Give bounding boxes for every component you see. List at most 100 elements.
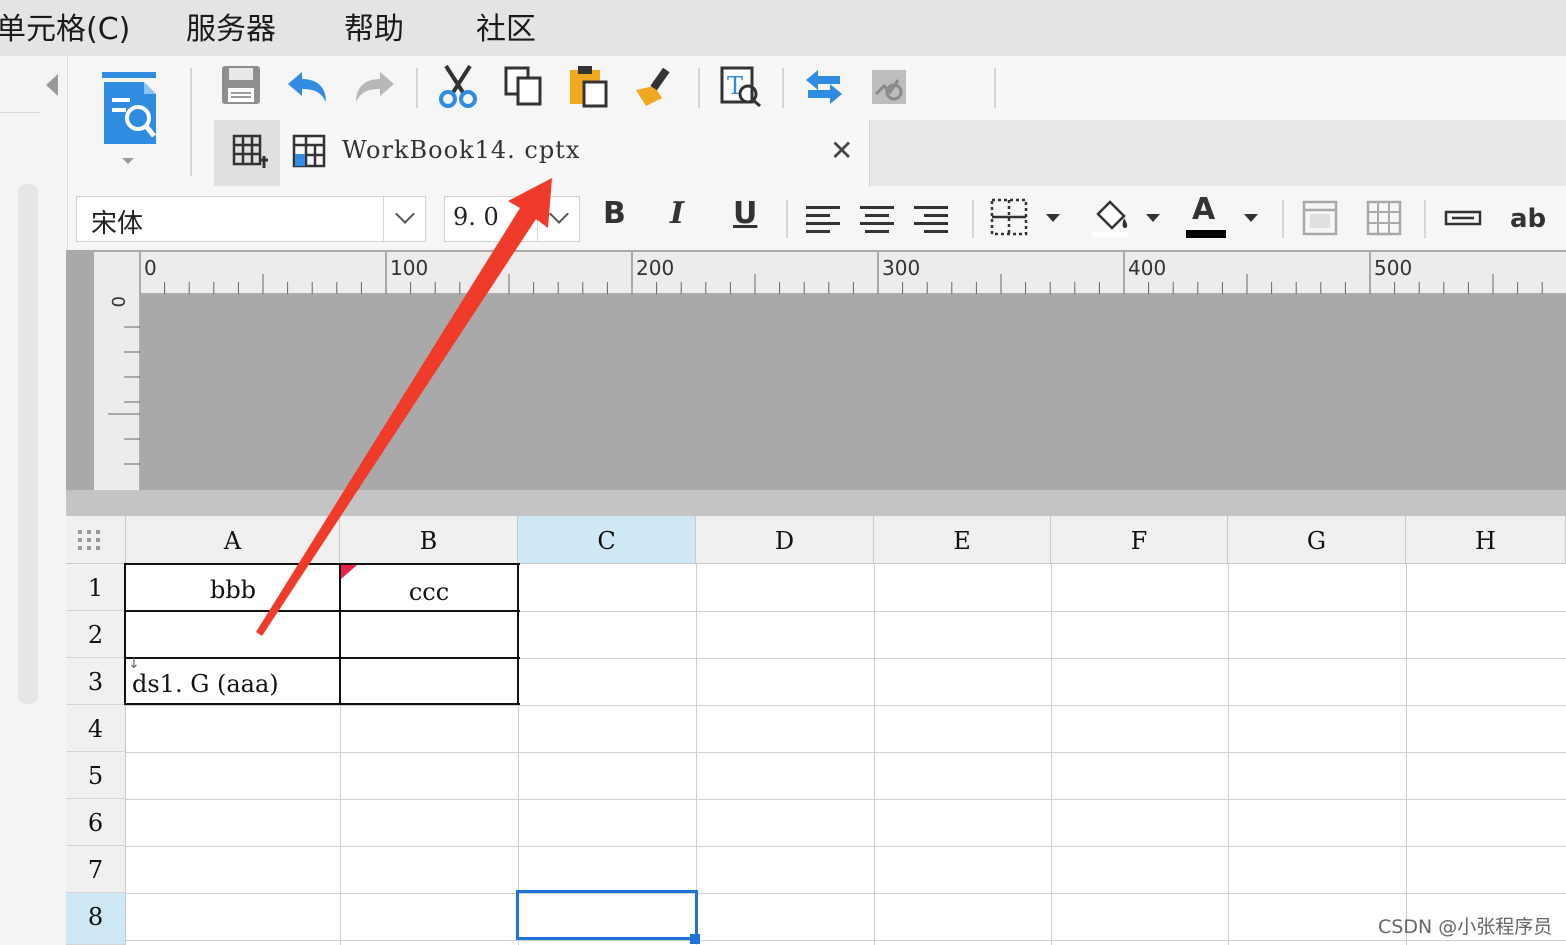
grid-line <box>696 564 697 945</box>
italic-button[interactable]: I <box>670 196 684 231</box>
column-header-g[interactable]: G <box>1228 516 1406 564</box>
align-left-icon[interactable] <box>806 204 842 236</box>
chart-search-icon[interactable] <box>866 64 914 108</box>
split-cells-icon[interactable] <box>1366 200 1402 236</box>
left-panel <box>0 56 68 945</box>
row-header-8[interactable]: 8 <box>66 893 126 945</box>
row-header-2[interactable]: 2 <box>66 611 126 658</box>
column-header-c[interactable]: C <box>518 516 696 564</box>
preview-dropdown-icon[interactable] <box>122 158 134 164</box>
horizontal-ruler-ticks <box>140 252 1543 294</box>
format-painter-icon[interactable] <box>632 64 680 108</box>
redo-icon[interactable] <box>350 64 398 108</box>
menu-server[interactable]: 服务器 <box>186 4 276 48</box>
toolbar-separator <box>994 68 996 108</box>
text-search-icon[interactable]: T <box>716 64 764 108</box>
cell-width-icon[interactable] <box>1444 208 1482 228</box>
row-header-5[interactable]: 5 <box>66 752 126 799</box>
left-panel-scrollbar[interactable] <box>18 184 38 704</box>
fill-color-icon[interactable] <box>1090 198 1130 238</box>
bold-button[interactable]: B <box>603 196 626 231</box>
grid-line <box>874 564 875 945</box>
menu-community[interactable]: 社区 <box>476 4 536 48</box>
grid-line <box>1051 564 1052 945</box>
row-header-1[interactable]: 1 <box>66 564 126 611</box>
format-separator <box>786 200 788 238</box>
fill-dropdown-icon[interactable] <box>1146 214 1160 222</box>
design-splitter[interactable] <box>66 490 1566 516</box>
grid-line <box>126 940 1566 941</box>
format-separator <box>1424 200 1426 238</box>
swap-icon[interactable] <box>800 64 848 108</box>
column-header-b[interactable]: B <box>340 516 518 564</box>
cell-border <box>124 703 520 705</box>
cut-icon[interactable] <box>434 64 482 108</box>
cell-border <box>124 563 520 565</box>
design-canvas[interactable] <box>142 296 1566 490</box>
paste-icon[interactable] <box>566 64 614 108</box>
font-family-select[interactable]: 宋体 <box>76 196 426 242</box>
cell-a3[interactable]: ds1. G (aaa) <box>132 670 279 698</box>
toolbar-separator <box>190 68 192 176</box>
grid-line <box>126 752 1566 753</box>
cell-b1[interactable]: ccc <box>340 578 518 606</box>
toolbar-separator <box>698 68 700 108</box>
close-tab-icon[interactable]: ✕ <box>830 134 853 167</box>
undo-icon[interactable] <box>284 64 332 108</box>
column-header-h[interactable]: H <box>1406 516 1566 564</box>
row-header-6[interactable]: 6 <box>66 799 126 846</box>
left-panel-divider <box>0 112 40 113</box>
tab-workbook14[interactable]: WorkBook14. cptx ✕ <box>280 120 870 186</box>
template-preview-icon[interactable] <box>98 70 160 152</box>
font-dropdown-button[interactable] <box>383 197 425 241</box>
row-header-3[interactable]: 3 <box>66 658 126 705</box>
format-separator <box>972 200 974 238</box>
align-right-icon[interactable] <box>914 204 950 236</box>
font-size-select[interactable]: 9. 0 <box>444 196 580 242</box>
font-size-value: 9. 0 <box>453 203 499 231</box>
column-header-e[interactable]: E <box>874 516 1051 564</box>
format-separator <box>1282 200 1284 238</box>
font-color-swatch <box>1186 230 1226 238</box>
menu-help[interactable]: 帮助 <box>344 4 404 48</box>
new-sheet-button[interactable] <box>214 120 280 186</box>
collapse-panel-icon[interactable] <box>46 74 58 96</box>
grid-line <box>126 846 1566 847</box>
grid-dots-icon <box>78 530 100 550</box>
chevron-down-icon <box>395 204 415 224</box>
expand-down-icon: ↓ <box>128 656 140 672</box>
fill-handle[interactable] <box>690 934 700 944</box>
column-header-a[interactable]: A <box>126 516 340 564</box>
select-all-corner[interactable] <box>66 516 126 564</box>
vertical-ruler-ticks <box>108 326 140 465</box>
underline-button[interactable]: U <box>733 196 757 231</box>
cell-a1[interactable]: bbb <box>126 576 340 604</box>
align-center-icon[interactable] <box>860 204 896 236</box>
chevron-down-icon <box>549 204 569 224</box>
grid-line <box>126 893 1566 894</box>
row-header-7[interactable]: 7 <box>66 846 126 893</box>
copy-icon[interactable] <box>500 64 548 108</box>
font-color-dropdown-icon[interactable] <box>1244 214 1258 222</box>
merge-cells-icon[interactable] <box>1302 200 1338 236</box>
font-color-button[interactable]: A <box>1192 192 1215 227</box>
size-dropdown-button[interactable] <box>537 197 579 241</box>
vertical-ruler: 0 <box>94 252 140 490</box>
row-header-4[interactable]: 4 <box>66 705 126 752</box>
menu-cell[interactable]: 单元格(C) <box>0 4 130 48</box>
toolbar-separator <box>782 68 784 108</box>
selected-cell-c8[interactable] <box>516 890 698 940</box>
word-wrap-button[interactable]: ab <box>1510 204 1546 234</box>
toolbar-separator <box>416 68 418 108</box>
horizontal-ruler: 0 100 200 300 400 500 <box>140 252 1566 294</box>
workbook-icon <box>292 134 326 168</box>
column-header-d[interactable]: D <box>696 516 874 564</box>
cell-border <box>124 657 520 659</box>
cell-comment-marker-icon <box>341 565 357 579</box>
watermark: CSDN @小张程序员 <box>1378 916 1553 938</box>
border-dropdown-icon[interactable] <box>1046 214 1060 222</box>
column-header-f[interactable]: F <box>1051 516 1228 564</box>
border-icon[interactable] <box>990 198 1030 238</box>
save-icon[interactable] <box>218 64 266 108</box>
grid-line <box>126 799 1566 800</box>
